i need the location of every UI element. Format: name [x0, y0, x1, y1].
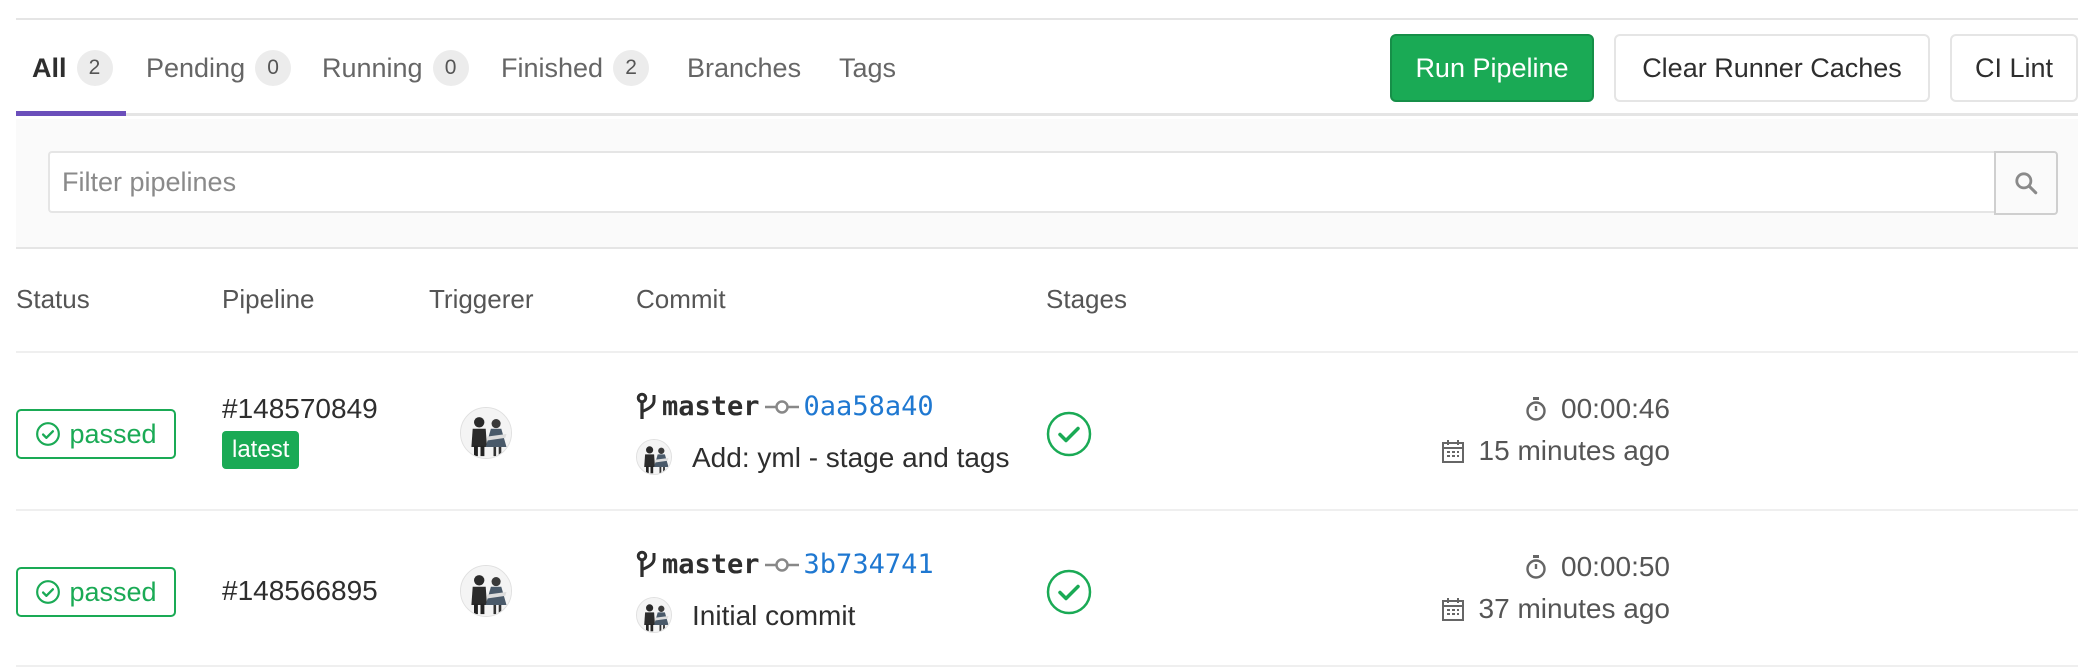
commit-message-link[interactable]: Initial commit — [692, 600, 855, 632]
branch-icon — [636, 392, 656, 419]
tab-pending-count: 0 — [255, 50, 292, 86]
commit-icon — [764, 399, 799, 414]
status-label: passed — [69, 418, 157, 449]
latest-badge: latest — [222, 431, 300, 469]
duration-value: 00:00:50 — [1561, 551, 1670, 582]
calendar-icon — [1441, 440, 1464, 463]
tab-running[interactable]: Running 0 — [322, 20, 469, 116]
triggerer-avatar[interactable] — [460, 565, 512, 617]
tab-finished-count: 2 — [613, 50, 650, 86]
tab-finished[interactable]: Finished 2 — [501, 20, 650, 116]
check-circle-icon — [36, 580, 61, 604]
ci-lint-button[interactable]: CI Lint — [1950, 34, 2078, 102]
timer-icon — [1526, 397, 1546, 421]
commit-ref: master 3b734741 — [636, 549, 934, 580]
finished-time-value: 15 minutes ago — [1478, 435, 1670, 466]
tab-running-label: Running — [322, 52, 423, 83]
tab-tags[interactable]: Tags — [839, 20, 896, 116]
filter-search-button[interactable] — [1994, 151, 2058, 215]
calendar-icon — [1441, 598, 1464, 621]
duration-value: 00:00:46 — [1561, 393, 1670, 424]
branch-icon — [636, 550, 656, 577]
tab-all[interactable]: All 2 — [32, 20, 113, 116]
filter-bar — [16, 119, 2078, 249]
column-commit: Commit — [636, 284, 726, 314]
status-badge[interactable]: passed — [16, 409, 176, 459]
column-triggerer: Triggerer — [429, 284, 534, 314]
timer-icon — [1526, 555, 1546, 579]
tab-pending[interactable]: Pending 0 — [146, 20, 292, 116]
run-pipeline-button[interactable]: Run Pipeline — [1390, 34, 1594, 102]
commit-sha-link[interactable]: 3b734741 — [804, 549, 934, 580]
commit-author-avatar[interactable] — [636, 597, 672, 633]
tab-pending-label: Pending — [146, 52, 246, 83]
finished-time-value: 37 minutes ago — [1478, 593, 1670, 624]
active-tab-indicator — [16, 111, 126, 116]
clear-runner-caches-button[interactable]: Clear Runner Caches — [1614, 34, 1930, 102]
filter-pipelines-input[interactable] — [48, 151, 1998, 213]
search-icon — [2015, 172, 2038, 195]
pipeline-id-link[interactable]: #148570849 — [222, 393, 378, 425]
column-stages: Stages — [1046, 284, 1127, 314]
commit-ref: master 0aa58a40 — [636, 391, 934, 422]
tab-all-count: 2 — [76, 50, 113, 86]
row-divider — [16, 665, 2078, 667]
tab-branches-label: Branches — [687, 52, 802, 83]
pipeline-id-link[interactable]: #148566895 — [222, 575, 378, 607]
pipeline-duration: 00:00:46 — [1525, 393, 1670, 425]
tab-running-count: 0 — [432, 50, 469, 86]
status-badge[interactable]: passed — [16, 567, 176, 617]
column-pipeline: Pipeline — [222, 284, 315, 314]
tab-all-label: All — [32, 52, 67, 83]
pipeline-finished-time: 15 minutes ago — [1441, 435, 1670, 467]
status-label: passed — [69, 576, 157, 607]
triggerer-avatar[interactable] — [460, 407, 512, 459]
stage-success-icon[interactable] — [1046, 411, 1092, 457]
pipeline-duration: 00:00:50 — [1525, 551, 1670, 583]
tab-branches[interactable]: Branches — [687, 20, 801, 116]
branch-link[interactable]: master — [662, 549, 760, 580]
tab-tags-label: Tags — [839, 52, 897, 83]
pipeline-finished-time: 37 minutes ago — [1441, 593, 1670, 625]
commit-icon — [764, 557, 799, 572]
branch-link[interactable]: master — [662, 391, 760, 422]
tab-finished-label: Finished — [501, 52, 604, 83]
commit-sha-link[interactable]: 0aa58a40 — [804, 391, 934, 422]
column-status: Status — [16, 284, 90, 314]
stage-success-icon[interactable] — [1046, 569, 1092, 615]
commit-message-link[interactable]: Add: yml - stage and tags — [692, 442, 1010, 474]
table-row: passed #148570849 latest master 0aa58a40… — [0, 353, 2100, 509]
check-circle-icon — [36, 422, 61, 446]
table-row: passed #148566895 master 3b734741 Initia… — [0, 511, 2100, 667]
commit-author-avatar[interactable] — [636, 439, 672, 475]
